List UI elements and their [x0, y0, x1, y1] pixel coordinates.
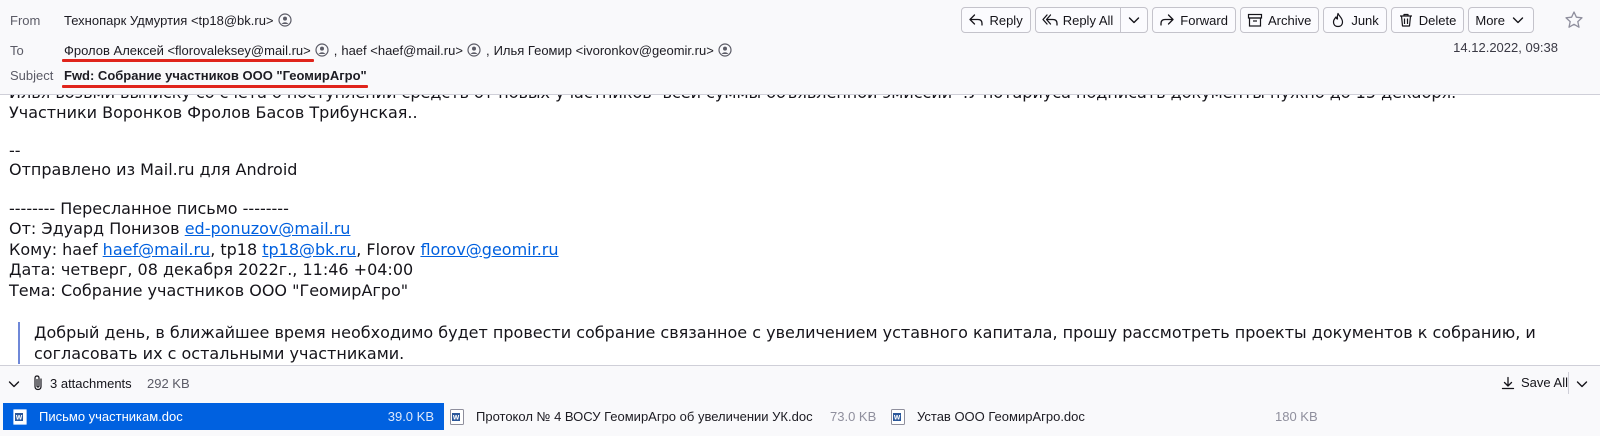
download-icon [1501, 376, 1515, 389]
attachment-name: Устав ООО ГеомирАгро.doc [917, 409, 1085, 424]
from-label: From [10, 12, 41, 28]
reply-button[interactable]: Reply [961, 7, 1031, 33]
attachment-size: 73.0 KB [830, 409, 877, 424]
recipients-list: Фролов Алексей <florovaleksey@mail.ru> ,… [64, 43, 737, 58]
archive-icon [1247, 13, 1263, 27]
reply-label: Reply [989, 12, 1023, 28]
forward-label: Forward [1180, 12, 1228, 28]
delete-button[interactable]: Delete [1390, 7, 1465, 33]
more-label: More [1475, 12, 1505, 28]
attachments-count[interactable]: 3 attachments [50, 376, 132, 391]
annotation-underline [62, 59, 314, 62]
svg-text:W: W [453, 414, 460, 421]
divider [1568, 372, 1569, 394]
archive-label: Archive [1267, 12, 1312, 28]
reply-all-icon [1042, 14, 1058, 26]
recipient: Фролов Алексей <florovaleksey@mail.ru> , [64, 43, 341, 58]
trash-icon [1399, 13, 1412, 27]
word-document-icon: W [13, 408, 27, 425]
email-link[interactable]: ed-ponuzov@mail.ru [185, 219, 351, 238]
forward-subject-line: Тема: Собрание участников ООО "ГеомирАгр… [9, 281, 409, 300]
message-body: Илья возьми выписку со счета о поступлен… [0, 95, 1600, 365]
from-value-wrap: Технопарк Удмуртия <tp18@bk.ru> [64, 13, 297, 28]
word-document-icon: W [891, 408, 905, 425]
attachment-item[interactable]: W Протокол № 4 ВОСУ ГеомирАгро об увелич… [450, 403, 880, 430]
recipient-address[interactable]: haef <haef@mail.ru> [341, 43, 463, 58]
recipient-separator: , [333, 42, 338, 58]
reply-all-split: Reply All [1034, 7, 1149, 33]
message-header: From Технопарк Удмуртия <tp18@bk.ru> To … [0, 0, 1600, 95]
attachment-size: 39.0 KB [387, 409, 434, 424]
forward-to-prefix: Кому: haef [9, 240, 103, 259]
attachment-list: W Письмо участникам.doc 39.0 KB W Проток… [0, 401, 1600, 436]
signature-separator: -- [9, 141, 21, 160]
junk-label: Junk [1351, 12, 1379, 28]
forward-from-line: От: Эдуард Понизов ed-ponuzov@mail.ru [9, 219, 350, 239]
forward-header: -------- Пересланное письмо -------- [9, 199, 289, 218]
forward-button[interactable]: Forward [1152, 7, 1236, 33]
forward-from-prefix: От: Эдуард Понизов [9, 219, 185, 238]
attachment-item[interactable]: W Письмо участникам.doc 39.0 KB [3, 403, 444, 430]
email-link[interactable]: florov@geomir.ru [420, 240, 558, 259]
attachment-item[interactable]: W Устав ООО ГеомирАгро.doc 180 KB [891, 403, 1321, 430]
email-link[interactable]: tp18@bk.ru [262, 240, 356, 259]
forward-date-line: Дата: четверг, 08 декабря 2022г., 11:46 … [9, 260, 414, 279]
attachment-name: Протокол № 4 ВОСУ ГеомирАгро об увеличен… [476, 409, 813, 424]
forward-icon [1160, 14, 1174, 26]
message-toolbar: Reply Reply All Forward Archive Junk Del… [961, 7, 1534, 33]
delete-label: Delete [1418, 12, 1457, 28]
chevron-down-icon [1512, 17, 1524, 24]
recipient: haef <haef@mail.ru> , [341, 43, 493, 58]
junk-button[interactable]: Junk [1323, 7, 1387, 33]
from-address[interactable]: Технопарк Удмуртия <tp18@bk.ru> [64, 13, 274, 28]
contact-icon[interactable] [315, 43, 329, 57]
reply-all-label: Reply All [1062, 12, 1114, 28]
archive-button[interactable]: Archive [1239, 7, 1320, 33]
attachment-size: 180 KB [1275, 409, 1318, 424]
star-icon[interactable] [1564, 10, 1584, 30]
email-link[interactable]: haef@mail.ru [103, 240, 211, 259]
recipient: Илья Геомир <ivoronkov@geomir.ru> [494, 43, 737, 58]
body-text-line: Илья возьми выписку со счета о поступлен… [9, 95, 1456, 103]
forward-to-text: , Florov [356, 240, 421, 259]
attachment-name: Письмо участникам.doc [39, 409, 183, 424]
recipient-separator: , [485, 42, 490, 58]
to-label: To [10, 42, 24, 58]
forward-to-line: Кому: haef haef@mail.ru, tp18 tp18@bk.ru… [9, 240, 559, 260]
contact-icon[interactable] [467, 43, 481, 57]
quoted-text: Добрый день, в ближайшее время необходим… [18, 322, 1578, 364]
svg-text:W: W [16, 414, 23, 421]
paperclip-icon [34, 375, 42, 391]
save-all-label: Save All [1521, 375, 1568, 390]
reply-icon [969, 14, 984, 26]
junk-icon [1333, 12, 1344, 28]
forward-to-text: , tp18 [210, 240, 263, 259]
recipient-address[interactable]: Илья Геомир <ivoronkov@geomir.ru> [494, 43, 714, 58]
chevron-down-icon[interactable] [6, 376, 22, 392]
chevron-down-icon [1129, 17, 1140, 24]
word-document-icon: W [450, 408, 464, 425]
save-all-button[interactable]: Save All [1501, 375, 1568, 390]
reply-all-dropdown[interactable] [1121, 7, 1149, 33]
annotation-underline [62, 85, 368, 88]
attachments-total-size: 292 KB [147, 376, 190, 391]
attachments-bar: 3 attachments 292 KB Save All [0, 365, 1600, 401]
chevron-down-icon[interactable] [1574, 376, 1590, 392]
contact-icon[interactable] [277, 13, 292, 27]
recipient-address[interactable]: Фролов Алексей <florovaleksey@mail.ru> [64, 43, 311, 58]
subject-label: Subject [10, 67, 54, 83]
subject-text: Fwd: Собрание участников ООО "ГеомирАгро… [64, 67, 367, 83]
reply-all-button[interactable]: Reply All [1034, 7, 1122, 33]
signature-text: Отправлено из Mail.ru для Android [9, 160, 298, 179]
svg-text:W: W [894, 414, 901, 421]
more-button[interactable]: More [1468, 7, 1534, 33]
body-text-line: Участники Воронков Фролов Басов Трибунск… [9, 103, 418, 122]
contact-icon[interactable] [718, 43, 732, 57]
message-date: 14.12.2022, 09:38 [1453, 40, 1558, 55]
